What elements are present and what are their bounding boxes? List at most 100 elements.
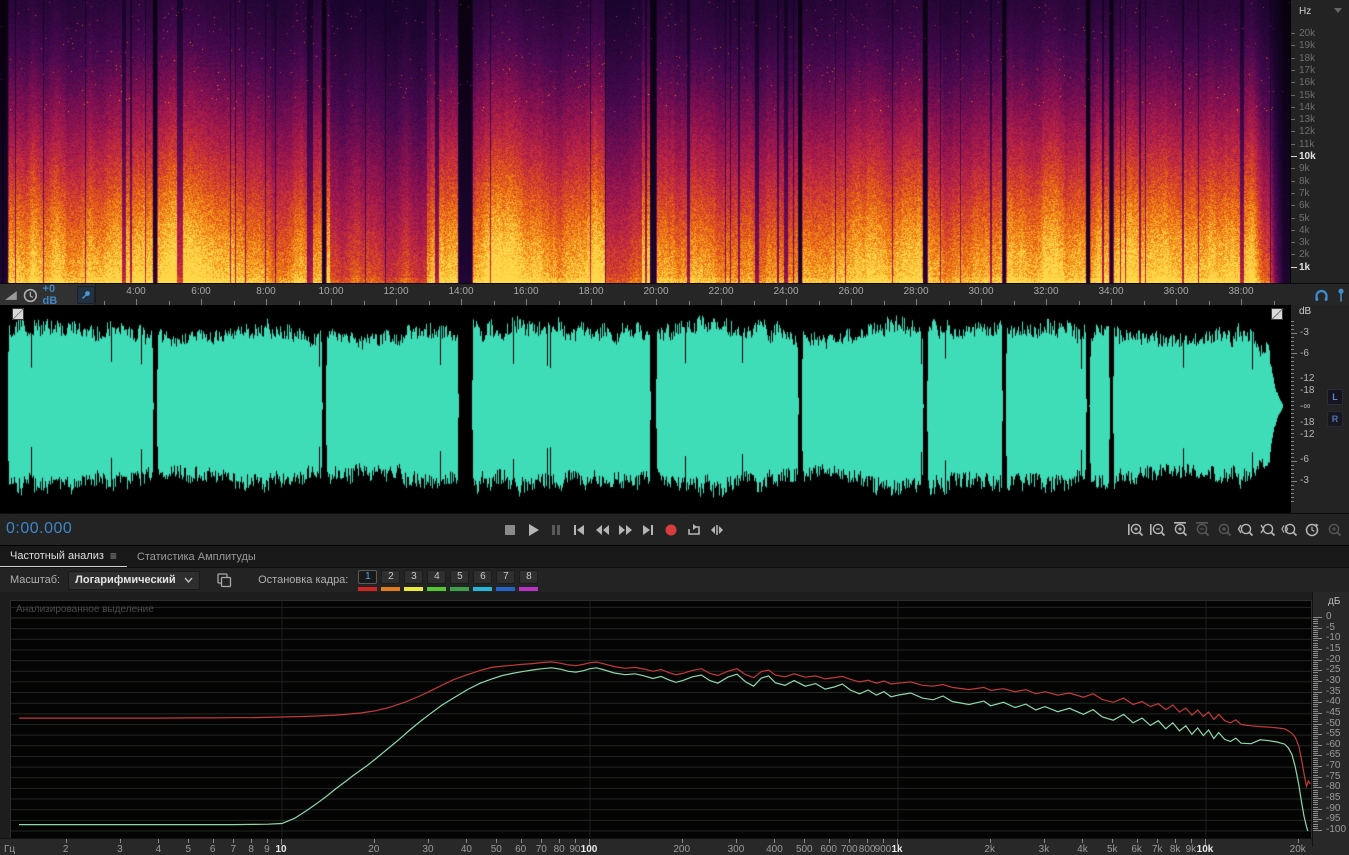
zoom-reset-button[interactable] [1214,519,1233,540]
hold-frame-1[interactable]: 1 [358,569,378,591]
decibel-axis-tick [1313,821,1318,823]
decibel-axis-tick [1313,642,1318,644]
timeline-right-buttons [1314,285,1347,305]
rewind-button[interactable] [592,518,611,541]
stop-button[interactable] [500,518,519,541]
channel-button-r[interactable]: R [1327,411,1343,427]
amplitude-scale-tick [1291,345,1294,346]
hold-frame-2[interactable]: 2 [381,569,401,591]
tab-amplitude-statistics[interactable]: Статистика Амплитуды [127,546,266,567]
zoom-to-selection-button[interactable] [1280,519,1299,540]
record-button[interactable] [661,518,680,541]
skip-to-end-button[interactable] [638,518,657,541]
skip-selection-button[interactable] [707,518,726,541]
skip-to-start-button[interactable] [569,518,588,541]
frequency-axis-tick [188,839,190,843]
frequency-scale-label: 7k [1299,187,1310,199]
hold-frame-4[interactable]: 4 [427,569,447,591]
hold-frame-button-8[interactable]: 8 [519,569,539,584]
zoom-in-amplitude-button[interactable] [1126,519,1145,540]
frequency-axis-label: 500 [795,844,813,855]
decibel-axis-label: -70 [1326,760,1341,772]
hold-frame-button-5[interactable]: 5 [450,569,470,584]
amplitude-scale-tick [1291,385,1294,386]
gain-value[interactable]: +0 dB [43,283,73,307]
decibel-axis-label: -30 [1326,674,1341,686]
decibel-axis-tick [1313,670,1322,672]
hold-frame-button-4[interactable]: 4 [427,569,447,584]
amplitude-scale-tick [1291,457,1294,458]
decibel-axis-tick [1313,706,1318,708]
zoom-out-amplitude-button[interactable] [1148,519,1167,540]
panel-menu-icon[interactable]: ≡ [110,549,117,563]
timeline-time-label: 10:00 [318,286,344,297]
decibel-axis-tick [1313,634,1318,636]
copy-icon[interactable] [216,572,232,588]
headphones-icon[interactable] [1314,288,1329,303]
zoom-in-at-in-point-button[interactable] [1236,519,1255,540]
loop-playback-button[interactable] [684,518,703,541]
fast-forward-button[interactable] [615,518,634,541]
timeline-ruler[interactable]: +0 dB 4:00 6:00 8:00 10:00 12:00 14:00 16:00 18… [0,283,1349,307]
decibel-axis-tick [1313,789,1318,791]
volume-envelope-icon[interactable] [4,289,18,301]
hold-frame-6[interactable]: 6 [473,569,493,591]
decibel-axis-tick [1313,793,1318,795]
chevron-down-icon[interactable] [1334,8,1342,13]
playhead-time[interactable]: 0:00.000 [6,520,72,538]
hold-frame-5[interactable]: 5 [450,569,470,591]
decibel-axis-label: -5 [1326,621,1335,633]
frequency-scale-label: 10k [1299,151,1316,162]
amplitude-scale-tick [1291,429,1294,430]
decibel-axis-tick [1313,740,1318,742]
amplitude-scale-tick [1291,493,1294,494]
waveform-display[interactable] [0,305,1290,513]
amplitude-scale-tick [1291,333,1297,334]
zoom-in-time-button[interactable] [1170,519,1189,540]
frequency-chart[interactable]: Анализированное выделение [10,600,1312,840]
frequency-scale-label: 2k [1299,249,1310,261]
amplitude-scale-tick [1291,501,1294,502]
clock-icon[interactable] [23,288,38,303]
scale-dropdown[interactable]: Логарифмический [68,570,201,590]
decibel-axis-label: -100 [1326,824,1347,835]
hold-frame-3[interactable]: 3 [404,569,424,591]
pause-button[interactable] [546,518,565,541]
channel-button-l[interactable]: L [1327,389,1343,405]
corner-grip-icon[interactable] [12,308,24,320]
decibel-axis-tick [1313,725,1318,727]
hold-frame-button-3[interactable]: 3 [404,569,424,584]
hold-frame-7[interactable]: 7 [496,569,516,591]
transport-bar: 0:00.000 [0,513,1349,545]
hold-frame-8[interactable]: 8 [519,569,539,591]
hold-frame-color-swatch [473,586,493,591]
decibel-axis-tick [1313,785,1318,787]
decibel-axis-tick [1313,621,1318,623]
corner-grip-icon[interactable] [1271,308,1283,320]
tab-frequency-analysis[interactable]: Частотный анализ ≡ [0,546,127,567]
hold-frame-button-1[interactable]: 1 [358,569,378,584]
thumbtack-icon[interactable] [1335,288,1347,303]
spectrogram-display[interactable] [0,0,1290,283]
decibel-axis-tick [1313,640,1318,642]
zoom-history-button[interactable] [1302,519,1321,540]
hold-frame-button-2[interactable]: 2 [381,569,401,584]
zoom-out-time-button[interactable] [1192,519,1211,540]
decibel-axis-tick [1313,708,1318,710]
pin-button[interactable] [77,286,95,304]
decibel-axis-tick [1313,774,1318,776]
hold-frame-button-7[interactable]: 7 [496,569,516,584]
hold-frame-button-6[interactable]: 6 [473,569,493,584]
decibel-axis-tick [1313,812,1318,814]
zoom-full-button[interactable] [1324,519,1343,540]
frequency-axis-tick [574,839,576,843]
amplitude-scale-tick [1291,373,1294,374]
zoom-in-at-out-point-button[interactable] [1258,519,1277,540]
hold-buttons: 12345678 [358,569,539,591]
amplitude-scale-tick [1291,425,1294,426]
play-button[interactable] [523,518,542,541]
zoom-in-at-out-point-icon [1260,523,1276,537]
frequency-axis-label: 1k [891,844,903,855]
amplitude-scale-tick [1291,377,1294,378]
frequency-axis-label: 30 [422,844,434,855]
